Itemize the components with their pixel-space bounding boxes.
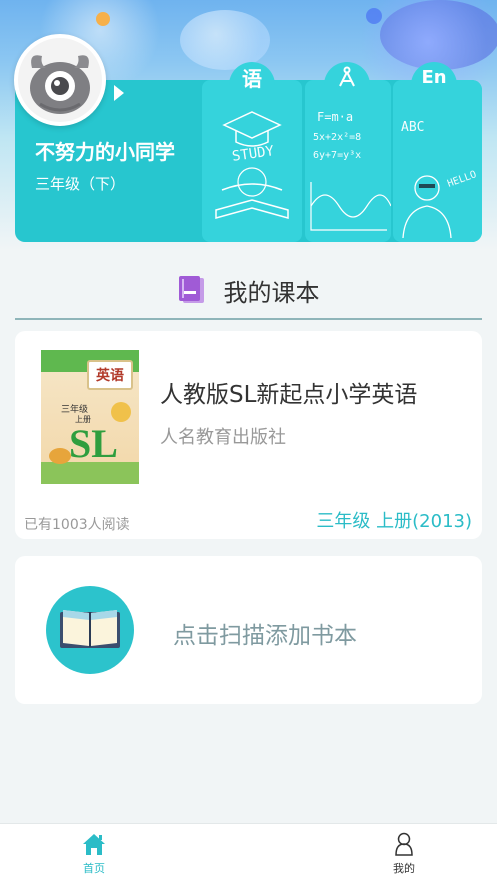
section-title: 我的课本 <box>223 278 320 307</box>
tab-mine[interactable]: 我的 <box>374 832 434 876</box>
boy-sketch-icon <box>402 175 452 239</box>
cover-subject: 英语 <box>96 368 124 384</box>
section-header: 我的课本 <box>0 270 497 310</box>
open-book-icon <box>60 610 120 648</box>
grade-label: 三年级（下） <box>35 175 126 193</box>
username: 不努力的小同学 <box>35 140 175 164</box>
tab-mine-label: 我的 <box>393 862 415 875</box>
play-arrow-icon[interactable] <box>114 85 124 101</box>
section-divider <box>15 318 482 320</box>
book-title[interactable]: 人教版SL新起点小学英语 <box>160 375 417 409</box>
monster-avatar-icon <box>30 55 90 114</box>
star-decoration <box>96 12 110 26</box>
reader-count: 已有1003人阅读 <box>24 517 130 533</box>
cover-logo: SL <box>69 421 118 466</box>
book-publisher: 人名教育出版社 <box>160 427 286 448</box>
cover-animal <box>49 448 71 464</box>
chinese-tab-glyph: 语 <box>242 66 262 91</box>
user-icon <box>395 832 413 856</box>
home-icon <box>83 834 105 855</box>
star-decoration <box>366 8 382 24</box>
subject-panel-chinese[interactable]: 语 STUDY <box>202 62 302 242</box>
book-card[interactable]: 英语 三年级 上册 SL 人教版SL新起点小学英语 人名教育出版社 已有1003… <box>15 331 482 539</box>
book-cover[interactable]: 英语 三年级 上册 SL <box>41 350 139 484</box>
planet-decoration <box>380 0 497 70</box>
bottom-tab-bar: 首页 我的 <box>0 823 497 883</box>
cover-character <box>111 402 131 422</box>
notebook-icon <box>178 275 206 305</box>
scan-book-button[interactable] <box>46 586 134 674</box>
wave-graph-icon <box>310 182 391 231</box>
compass-icon <box>339 66 355 87</box>
english-tab-glyph: En <box>421 66 447 88</box>
add-book-label[interactable]: 点击扫描添加书本 <box>173 616 357 650</box>
abc-label: ABC <box>401 120 425 135</box>
subject-panel-english[interactable]: En ABC HELLO <box>393 62 482 242</box>
avatar[interactable] <box>14 34 106 126</box>
add-book-card[interactable]: 点击扫描添加书本 <box>15 556 482 704</box>
cover-grass <box>41 462 139 484</box>
formula-text: 5x+2x²=8 <box>313 132 362 143</box>
formula-text: F=m·a <box>317 110 354 124</box>
tab-home[interactable]: 首页 <box>64 832 124 876</box>
planet-decoration <box>180 10 270 70</box>
study-graduation-icon <box>215 111 289 219</box>
tab-home-label: 首页 <box>83 862 105 875</box>
formula-text: 6y+7=y³x <box>313 150 362 161</box>
subject-panel-math[interactable]: F=m·a 5x+2x²=8 6y+7=y³x <box>305 62 391 242</box>
cover-title-box: 英语 <box>87 360 133 390</box>
app-screen: 不努力的小同学 三年级（下） 语 STUDY F=m·a 5x+2x²=8 6y… <box>0 0 497 883</box>
book-grade-volume: 三年级 上册(2013) <box>316 511 472 532</box>
